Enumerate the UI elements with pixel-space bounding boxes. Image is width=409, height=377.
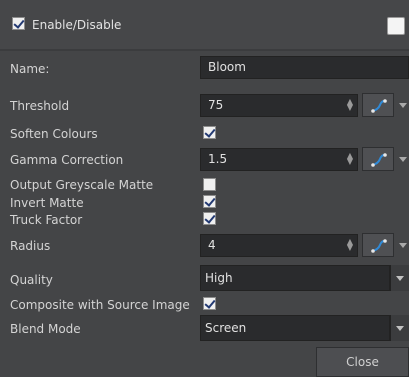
header-divider	[0, 49, 409, 51]
threshold-function-curve-button[interactable]	[362, 93, 394, 117]
enable-checkbox[interactable]	[12, 17, 25, 30]
gamma-function-curve-button[interactable]	[362, 147, 394, 171]
gamma-spin-icon[interactable]: ▲ ▼	[346, 152, 354, 166]
gamma-label: Gamma Correction	[10, 153, 124, 167]
gamma-menu-arrow-icon[interactable]	[399, 157, 407, 162]
color-swatch-box[interactable]	[387, 17, 405, 35]
threshold-label: Threshold	[10, 99, 70, 113]
greyscale-label: Output Greyscale Matte	[10, 178, 154, 192]
truck-checkbox[interactable]	[203, 212, 216, 225]
blend-mode-label: Blend Mode	[10, 322, 81, 336]
threshold-spin-icon[interactable]: ▲ ▼	[346, 98, 354, 112]
quality-label: Quality	[10, 273, 53, 287]
radius-function-curve-button[interactable]	[362, 233, 394, 257]
blend-mode-select[interactable]: Screen	[200, 315, 390, 341]
composite-checkbox[interactable]	[203, 297, 216, 310]
threshold-menu-arrow-icon[interactable]	[399, 103, 407, 108]
function-curve-icon	[371, 99, 387, 113]
radius-label: Radius	[10, 239, 51, 253]
threshold-input[interactable]: 75	[200, 94, 358, 117]
radius-input[interactable]: 4	[200, 234, 358, 257]
enable-label: Enable/Disable	[32, 18, 122, 32]
composite-label: Composite with Source Image	[10, 298, 190, 312]
greyscale-checkbox[interactable]	[203, 178, 216, 191]
blend-mode-dropdown-arrow-icon[interactable]	[390, 315, 409, 341]
function-curve-icon	[371, 153, 387, 167]
radius-menu-arrow-icon[interactable]	[399, 243, 407, 248]
gamma-input[interactable]: 1.5	[200, 148, 358, 171]
invert-label: Invert Matte	[10, 196, 84, 210]
invert-checkbox[interactable]	[203, 195, 216, 208]
radius-spin-icon[interactable]: ▲ ▼	[346, 238, 354, 252]
soften-label: Soften Colours	[10, 127, 98, 141]
quality-select[interactable]: High	[200, 265, 390, 291]
close-button[interactable]: Close	[316, 347, 409, 377]
name-input[interactable]: Bloom	[200, 56, 409, 79]
name-label: Name:	[10, 62, 50, 76]
soften-checkbox[interactable]	[203, 126, 216, 139]
quality-dropdown-arrow-icon[interactable]	[390, 265, 409, 291]
function-curve-icon	[371, 239, 387, 253]
truck-label: Truck Factor	[10, 213, 83, 227]
